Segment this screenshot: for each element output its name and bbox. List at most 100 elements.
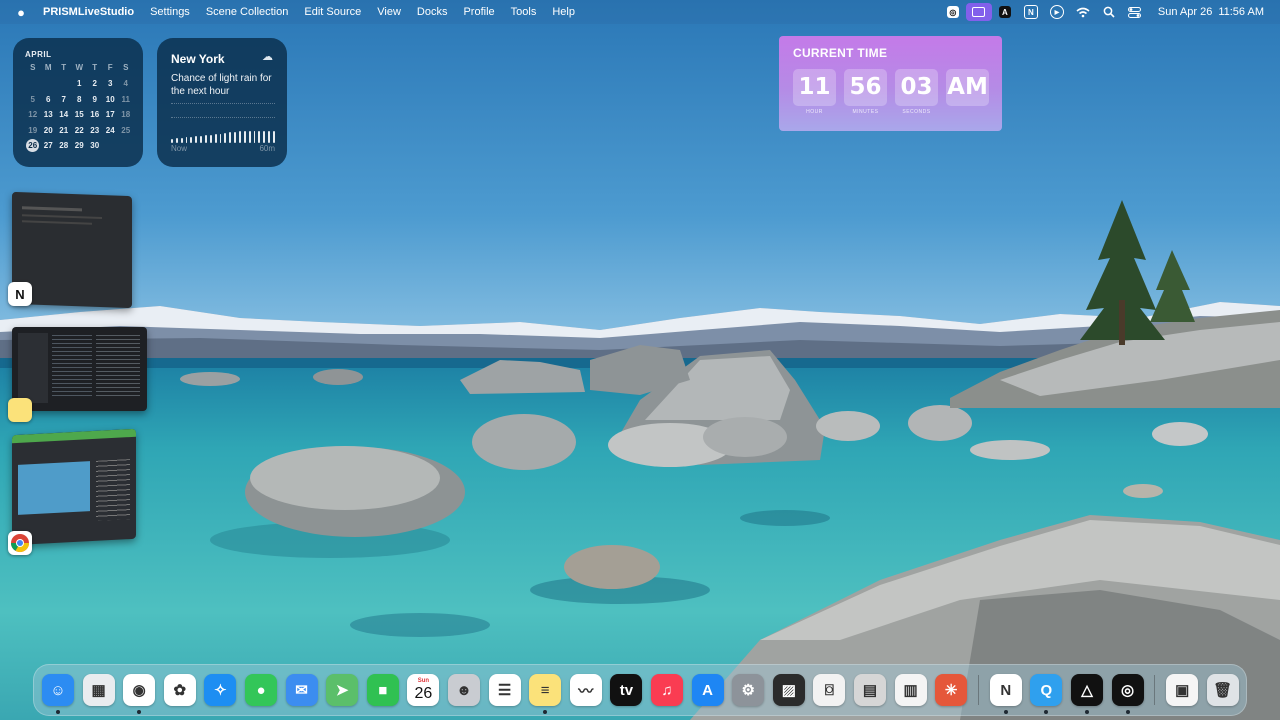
calendar-day: 28	[59, 141, 69, 150]
safari-icon[interactable]: ✧	[204, 674, 237, 706]
photos-icon[interactable]: ✿	[163, 674, 196, 706]
calendar-widget[interactable]: APRIL S M T W T F S 1 2 3 4 5 6 7 8 9 10 11 12 13 14 15 16 17 18…	[13, 38, 143, 167]
notion-icon[interactable]: N	[989, 674, 1022, 714]
dock-glyph: ☺	[50, 681, 66, 699]
menu-profile[interactable]: Profile	[455, 6, 502, 18]
calendar-month: APRIL	[25, 50, 52, 59]
calendar-weekday: T	[92, 63, 98, 72]
calendar-weekday: S	[30, 63, 36, 72]
calendar-icon[interactable]: Sun 26	[407, 674, 440, 706]
adobe-icon[interactable]: A	[992, 3, 1018, 21]
notes-window-thumbnail[interactable]	[12, 327, 147, 411]
dock-separator	[977, 675, 979, 705]
control-center-icon[interactable]	[1122, 3, 1148, 21]
rain-bar	[234, 131, 237, 143]
wifi-icon[interactable]	[1070, 3, 1096, 21]
screenshot-icon[interactable]: ⌼	[813, 674, 846, 706]
dock-glyph: ◉	[132, 682, 146, 699]
calendar-day: 22	[74, 125, 84, 135]
cloud-rain-icon: ☁	[262, 51, 273, 63]
running-indicator	[1003, 710, 1008, 714]
prism-live-icon[interactable]: ◎	[1111, 674, 1144, 714]
dock-glyph: ✿	[173, 682, 187, 699]
dock-glyph: ▤	[862, 682, 878, 699]
contacts-icon[interactable]: ☻	[448, 674, 480, 706]
menu-scene-collection[interactable]: Scene Collection	[198, 6, 297, 18]
dock-glyph: ●	[256, 681, 266, 699]
freeform-icon[interactable]: 〰	[569, 674, 602, 706]
running-indicator	[1044, 710, 1049, 714]
dock-glyph: ⌼	[824, 681, 834, 699]
launchpad-icon[interactable]: ▦	[82, 674, 115, 706]
running-indicator	[1085, 710, 1089, 714]
reminders-icon[interactable]: ☰	[488, 674, 521, 706]
menu-bar: ● PRISMLiveStudio Settings Scene Collect…	[0, 0, 1280, 24]
chrome-window-thumbnail[interactable]	[12, 428, 136, 546]
clapper-icon[interactable]: ▥	[894, 674, 927, 706]
music-icon[interactable]: ♫	[651, 674, 683, 706]
claude-icon[interactable]: ✳	[935, 674, 968, 706]
weather-widget[interactable]: New York ☁ Chance of light rain for the …	[157, 38, 287, 167]
menu-edit-source[interactable]: Edit Source	[296, 6, 369, 18]
clock-hour-caption: HOUR	[806, 109, 823, 115]
trash-icon[interactable]: 🗑	[1206, 674, 1239, 706]
stage-notes-group[interactable]	[8, 327, 152, 427]
stage-notion-group[interactable]: N	[8, 191, 137, 314]
menu-docks[interactable]: Docks	[409, 6, 456, 18]
rain-bar	[200, 135, 203, 143]
current-time-widget[interactable]: CURRENT TIME 11 HOUR 56 MINUTES 03 SECON…	[779, 36, 1002, 131]
affinity-icon[interactable]: △	[1071, 674, 1103, 714]
dock-glyph: △	[1081, 682, 1093, 699]
play-circle-icon[interactable]: ▶	[1044, 3, 1070, 21]
menu-help[interactable]: Help	[544, 6, 583, 18]
facetime-icon[interactable]: ■	[366, 674, 399, 706]
notes-app-icon[interactable]	[8, 398, 32, 422]
search-icon[interactable]	[1096, 3, 1122, 21]
rain-chart	[171, 131, 275, 143]
app-store-icon[interactable]: A	[691, 674, 724, 706]
rain-bar	[171, 139, 173, 143]
menu-view[interactable]: View	[369, 6, 409, 18]
chrome-icon[interactable]: ◉	[123, 674, 156, 714]
maps-icon[interactable]: ➤	[326, 674, 359, 706]
prism-icon[interactable]: ◎	[940, 3, 966, 21]
mail-icon[interactable]: ✉	[285, 674, 318, 706]
dock-glyph: ☻	[456, 681, 472, 699]
dock-glyph: ◎	[1121, 682, 1135, 699]
screen-share-icon[interactable]	[965, 3, 992, 21]
rain-bar	[229, 132, 232, 143]
stage-chrome-group[interactable]	[8, 428, 142, 557]
system-settings-icon[interactable]: ⚙	[732, 674, 765, 706]
calculator-icon[interactable]: ▤	[854, 674, 886, 706]
dock: ☺ ▦ ◉ ✿ ✧ ● ✉ ➤ ■ Sun 26 ☻ ☰ ≡ 〰 tv ♫ A ⚙ ▨ ⌼ ▤ ▥ ✳ N Q △ ◎ ▣ 🗑	[33, 664, 1247, 716]
calendar-day: 1	[77, 79, 82, 88]
current-time-title: CURRENT TIME	[793, 46, 888, 60]
pdf-document-icon[interactable]: ▣	[1166, 674, 1199, 706]
dock-glyph: tv	[619, 681, 634, 699]
quicktime-icon[interactable]: Q	[1030, 674, 1063, 714]
chrome-app-icon[interactable]	[8, 531, 32, 555]
clock-ampm: AM	[946, 69, 989, 115]
finder-icon[interactable]: ☺	[42, 674, 74, 714]
menu-clock[interactable]: Sun Apr 26 11:56 AM	[1148, 6, 1264, 18]
menu-settings[interactable]: Settings	[142, 6, 198, 18]
calendar-today: 26	[26, 139, 40, 152]
apple-menu-icon[interactable]: ●	[0, 5, 42, 20]
dock-glyph: ➤	[335, 682, 349, 699]
weather-gridline	[171, 103, 275, 105]
menu-tools[interactable]: Tools	[503, 6, 545, 18]
rain-bar	[214, 134, 217, 143]
calendar-day	[25, 77, 41, 91]
notion-app-icon[interactable]: N	[8, 282, 32, 306]
color-picker-icon[interactable]: ▨	[772, 674, 805, 706]
calendar-day: 21	[59, 125, 69, 135]
menu-app-name[interactable]: PRISMLiveStudio	[42, 6, 142, 18]
calendar-day	[56, 77, 72, 91]
notes-icon[interactable]: ≡	[529, 674, 562, 714]
rain-bar	[243, 131, 246, 143]
apple-tv-icon[interactable]: tv	[610, 674, 643, 706]
dock-glyph: ≡	[540, 681, 550, 699]
calendar-weekday: S	[123, 63, 129, 72]
notion-icon[interactable]: N	[1018, 3, 1044, 21]
messages-icon[interactable]: ●	[245, 674, 277, 706]
